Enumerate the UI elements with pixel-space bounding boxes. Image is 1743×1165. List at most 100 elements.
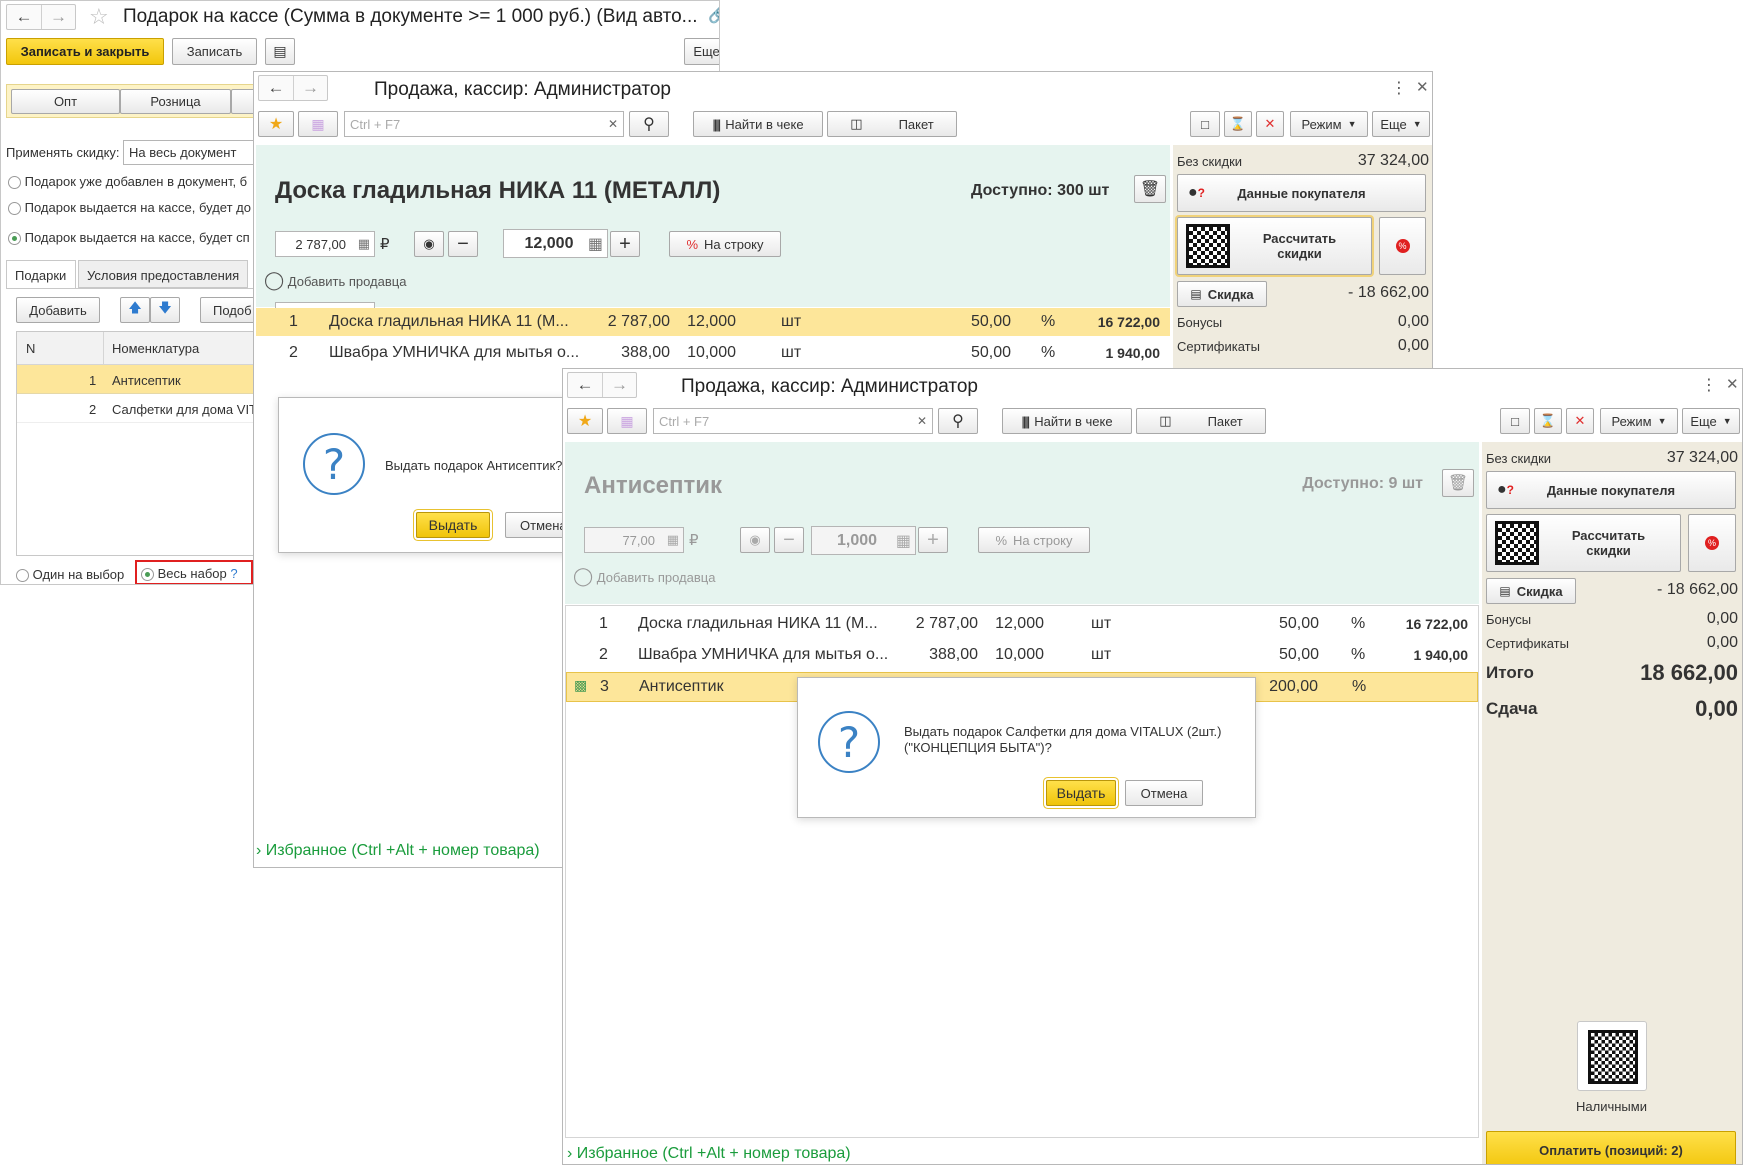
close-icon[interactable]: ✕ <box>1416 78 1429 96</box>
view-button[interactable]: ◉ <box>414 231 444 257</box>
more-button[interactable]: Еще▼ <box>1372 111 1430 137</box>
radio-option-1[interactable]: Подарок уже добавлен в документ, б <box>8 174 247 190</box>
find-in-receipt-button[interactable]: ||||| Найти в чеке <box>1002 408 1132 434</box>
radio-option-3[interactable]: Подарок выдается на кассе, будет сп <box>8 230 250 246</box>
clear-icon[interactable]: ✕ <box>608 117 618 131</box>
calc-discount-button[interactable]: Рассчитать скидки <box>1177 217 1372 275</box>
more-button[interactable]: Еще▼ <box>684 38 719 65</box>
tab-opt[interactable]: Опт <box>11 89 120 114</box>
price-input[interactable]: 2 787,00 ▦ <box>275 231 375 257</box>
one-choice-radio[interactable]: Один на выбор <box>16 567 124 583</box>
timer-button[interactable]: ⌛ <box>1534 408 1562 434</box>
close-icon[interactable]: ✕ <box>1726 375 1739 393</box>
cash-payment-button[interactable] <box>1577 1021 1647 1091</box>
move-up-button[interactable]: 🡅 <box>120 297 150 323</box>
timer-button[interactable]: ⌛ <box>1224 111 1252 137</box>
star-icon: ★ <box>268 116 284 133</box>
buyer-data-button[interactable]: ●? Данные покупателя <box>1486 471 1736 509</box>
mode-button[interactable]: Режим ▼ <box>1600 408 1678 434</box>
table-row[interactable]: 2 Швабра УМНИЧКА для мытья о... 388,00 1… <box>566 641 1478 669</box>
calc-icon[interactable]: ▦ <box>896 531 911 551</box>
table-row[interactable]: 2 Швабра УМНИЧКА для мытья о... 388,00 1… <box>256 339 1170 367</box>
whole-set-help[interactable]: ? <box>230 566 237 581</box>
forward-arrow-icon[interactable]: → <box>41 5 75 29</box>
find-in-receipt-button[interactable]: ||||| Найти в чеке <box>693 111 823 137</box>
link-icon[interactable]: 🔗 <box>708 5 719 25</box>
calc-icon[interactable]: ▦ <box>667 532 679 548</box>
line-number: 2 <box>599 646 608 663</box>
comment-button[interactable]: □ <box>1190 111 1220 137</box>
save-button[interactable]: Записать <box>172 38 257 65</box>
save-and-close-button[interactable]: Записать и закрыть <box>6 38 164 65</box>
add-seller[interactable]: ◯ Добавить продавца <box>264 270 406 291</box>
add-seller[interactable]: ◯ Добавить продавца <box>573 566 715 587</box>
delete-button[interactable]: 🗑 <box>1442 469 1474 497</box>
back-arrow-icon[interactable]: ← <box>568 373 602 397</box>
whole-set-radio[interactable]: Весь набор ? <box>135 560 253 584</box>
per-line-button[interactable]: % На строку <box>978 527 1090 553</box>
discount-action-button[interactable]: % <box>1379 217 1426 275</box>
qty-input[interactable]: 12,000 ▦ <box>503 229 608 258</box>
plus-button[interactable]: + <box>918 527 948 553</box>
discount-button[interactable]: ▤ Скидка <box>1486 578 1576 604</box>
give-button[interactable]: Выдать <box>1046 780 1116 806</box>
favorites-bar[interactable]: › Избранное (Ctrl +Alt + номер товара) <box>256 842 540 860</box>
move-down-button[interactable]: 🡇 <box>150 297 180 323</box>
tab-conditions[interactable]: Условия предоставления <box>78 260 248 288</box>
favorite-button[interactable]: ★ <box>567 408 603 434</box>
grid-button[interactable]: ▦ <box>298 111 338 137</box>
mode-button[interactable]: Режим ▼ <box>1290 111 1368 137</box>
table-row[interactable]: 2 Салфетки для дома VIT <box>17 394 265 423</box>
buyer-data-button[interactable]: ●? Данные покупателя <box>1177 174 1426 212</box>
favorites-bar[interactable]: › Избранное (Ctrl +Alt + номер товара) <box>567 1145 851 1163</box>
minus-button[interactable]: − <box>774 527 804 553</box>
pay-button[interactable]: Оплатить (позиций: 2) <box>1486 1131 1736 1164</box>
calc-icon[interactable]: ▦ <box>358 236 370 252</box>
star-icon[interactable]: ☆ <box>89 4 109 30</box>
add-gift-button[interactable]: Добавить <box>16 297 100 323</box>
plus-button[interactable]: + <box>610 231 640 257</box>
calc-discount-button[interactable]: Рассчитать скидки <box>1486 514 1681 572</box>
calc-icon[interactable]: ▦ <box>588 234 603 254</box>
forward-arrow-icon[interactable]: → <box>293 76 327 100</box>
favorite-button[interactable]: ★ <box>258 111 294 137</box>
dialog-cancel-button[interactable]: Отмена <box>1125 780 1203 806</box>
table-row[interactable]: 1 Доска гладильная НИКА 11 (М... 2 787,0… <box>256 308 1170 336</box>
radio-option-2[interactable]: Подарок выдается на кассе, будет до <box>8 200 251 216</box>
discount-button[interactable]: ▤ Скидка <box>1177 281 1267 307</box>
tab-gifts[interactable]: Подарки <box>6 260 76 288</box>
back-arrow-icon[interactable]: ← <box>259 76 293 100</box>
menu-dots-icon[interactable]: ⋮ <box>1701 375 1717 395</box>
comment-button[interactable]: □ <box>1500 408 1530 434</box>
table-row[interactable]: 1 Доска гладильная НИКА 11 (М... 2 787,0… <box>566 610 1478 638</box>
view-button[interactable]: ◉ <box>740 527 770 553</box>
report-button[interactable]: ▤ <box>265 38 295 65</box>
package-button[interactable]: ◫ Пакет <box>1136 408 1266 434</box>
delete-button[interactable]: 🗑 <box>1134 175 1166 203</box>
search-input[interactable]: Ctrl + F7 ✕ <box>653 408 933 434</box>
cancel-button[interactable]: ✕ <box>1566 408 1594 434</box>
back-arrow-icon[interactable]: ← <box>7 5 41 29</box>
search-button[interactable]: ⚲ <box>629 111 669 137</box>
clear-icon[interactable]: ✕ <box>917 414 927 428</box>
minus-button[interactable]: − <box>448 231 478 257</box>
forward-arrow-icon[interactable]: → <box>602 373 636 397</box>
give-button[interactable]: Выдать <box>416 512 490 538</box>
table-row[interactable]: 1 Антисептик <box>17 365 265 394</box>
menu-dots-icon[interactable]: ⋮ <box>1391 78 1407 98</box>
no-discount-value: 37 324,00 <box>1666 449 1738 466</box>
qty-input[interactable]: 1,000 ▦ <box>811 526 916 555</box>
price-input[interactable]: 77,00 ▦ <box>584 527 684 553</box>
per-line-button[interactable]: % На строку <box>669 231 781 257</box>
discount-action-button[interactable]: % <box>1688 514 1736 572</box>
tab-retail[interactable]: Розница <box>120 89 231 114</box>
cancel-button[interactable]: ✕ <box>1256 111 1284 137</box>
total-value: 18 662,00 <box>1640 660 1738 685</box>
grid-button[interactable]: ▦ <box>607 408 647 434</box>
gift-icon: ▩ <box>574 677 588 693</box>
search-button[interactable]: ⚲ <box>938 408 978 434</box>
search-input[interactable]: Ctrl + F7 ✕ <box>344 111 624 137</box>
package-button[interactable]: ◫ Пакет <box>827 111 957 137</box>
more-button[interactable]: Еще▼ <box>1682 408 1740 434</box>
apply-discount-select[interactable]: На весь документ <box>123 140 263 165</box>
